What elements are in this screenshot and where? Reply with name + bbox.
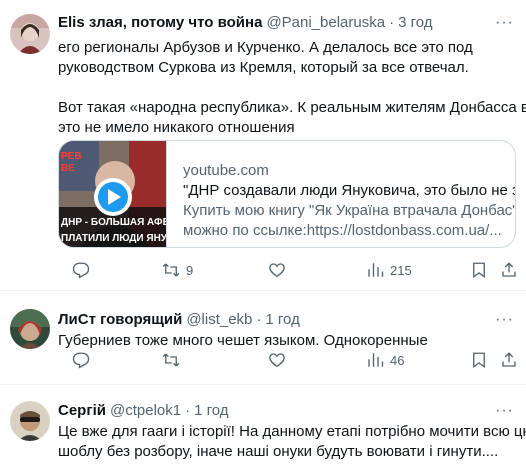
tweet-text-line: это не имело никакого отношения [58,119,295,136]
views-count: 46 [390,352,405,368]
tweet-3[interactable]: Сергій @ctpelok1 · 1 год ··· Це вже для … [0,385,526,469]
reply-icon [72,352,90,369]
tweet-text-line: Губерниев тоже много чешет языком. Однок… [58,332,428,349]
thumb-caption-1: ДНР - БОЛЬШАЯ АФЕРА [61,217,167,228]
tweet-header: Elis злая, потому что война @Pani_belaru… [58,14,433,31]
play-icon[interactable] [94,178,132,216]
card-title: "ДНР создавали люди Януковича, это было … [183,182,516,199]
author-name[interactable]: Elis злая, потому что война [58,14,262,31]
tweet-text: Це вже для гааги і історії! На данному е… [58,422,526,462]
views-count: 215 [390,262,412,278]
views-button[interactable]: 215 [366,261,412,279]
author-handle[interactable]: @ctpelok1 [110,402,181,419]
share-icon [502,262,516,277]
tweet-header: Сергій @ctpelok1 · 1 год [58,402,229,419]
separator-dot: · [185,402,191,419]
more-icon[interactable]: ··· [495,402,514,420]
like-button[interactable] [268,261,286,279]
tweet-1[interactable]: Elis злая, потому что война @Pani_belaru… [0,0,526,290]
more-icon[interactable]: ··· [495,14,514,32]
separator-dot: · [256,311,262,328]
tweet-text: Губерниев тоже много чешет языком. Однок… [58,331,428,351]
tweet-text: его регионалы Арбузов и Курченко. А дела… [58,38,526,138]
video-thumbnail[interactable]: РЕВ ВЕ ДНР - БОЛЬШАЯ АФЕРА ПЛАТИЛИ ЛЮДИ … [59,141,167,247]
views-icon [368,353,384,367]
author-handle[interactable]: @list_ekb [186,311,252,328]
card-description: Купить мою книгу "Як Україна втрачала До… [183,202,516,219]
tweet-2[interactable]: ЛиСт говорящий @list_ekb · 1 год ··· Губ… [0,291,526,384]
retweet-count: 9 [186,262,194,278]
timestamp[interactable]: 1 год [265,311,299,328]
views-icon [368,263,384,277]
views-button[interactable]: 46 [366,351,404,369]
timestamp[interactable]: 3 год [398,14,432,31]
avatar[interactable] [10,14,50,54]
tweet-text-line: Вот такая «народна республика». К реальн… [58,99,526,116]
retweet-icon [162,263,180,277]
tweet-header: ЛиСт говорящий @list_ekb · 1 год [58,311,300,328]
tweet-text-line: шоблу без розбору, іначе наші онуки буду… [58,443,499,460]
card-domain: youtube.com [183,162,269,179]
author-handle[interactable]: @Pani_belaruska [266,14,385,31]
author-name[interactable]: Сергій [58,402,106,419]
bookmark-icon [473,352,485,369]
bookmark-icon [473,262,485,279]
avatar[interactable] [10,401,50,441]
like-button[interactable] [268,351,286,369]
retweet-button[interactable]: 9 [162,261,193,279]
avatar[interactable] [10,309,50,349]
bookmark-button[interactable] [470,261,488,279]
card-description: можно по ссылке:https://lostdonbass.com.… [183,222,502,239]
author-name[interactable]: ЛиСт говорящий [58,311,182,328]
tweet-text-line: руководством Суркова из Кремля, который … [58,59,469,76]
bookmark-button[interactable] [470,351,488,369]
reply-icon [72,262,90,279]
like-icon [269,353,285,368]
thumb-caption-top: РЕВ [61,151,82,162]
link-card[interactable]: РЕВ ВЕ ДНР - БОЛЬШАЯ АФЕРА ПЛАТИЛИ ЛЮДИ … [58,140,516,248]
reply-button[interactable] [72,261,90,279]
separator-dot: · [389,14,395,31]
thumb-caption-2: ПЛАТИЛИ ЛЮДИ ЯНУК [61,233,167,244]
thumb-caption-top-2: ВЕ [61,163,75,174]
tweet-text-gap [58,78,526,98]
more-icon[interactable]: ··· [495,311,514,329]
card-text: youtube.com "ДНР создавали люди Янукович… [183,161,516,241]
tweet-text-line: его регионалы Арбузов и Курченко. А дела… [58,39,473,56]
share-button[interactable] [500,261,518,279]
retweet-button[interactable] [162,351,180,369]
reply-button[interactable] [72,351,90,369]
timestamp[interactable]: 1 год [194,402,228,419]
retweet-icon [162,353,180,367]
like-icon [269,263,285,278]
tweet-text-line: Це вже для гааги і історії! На данному е… [58,423,526,440]
share-icon [502,352,516,367]
share-button[interactable] [500,351,518,369]
